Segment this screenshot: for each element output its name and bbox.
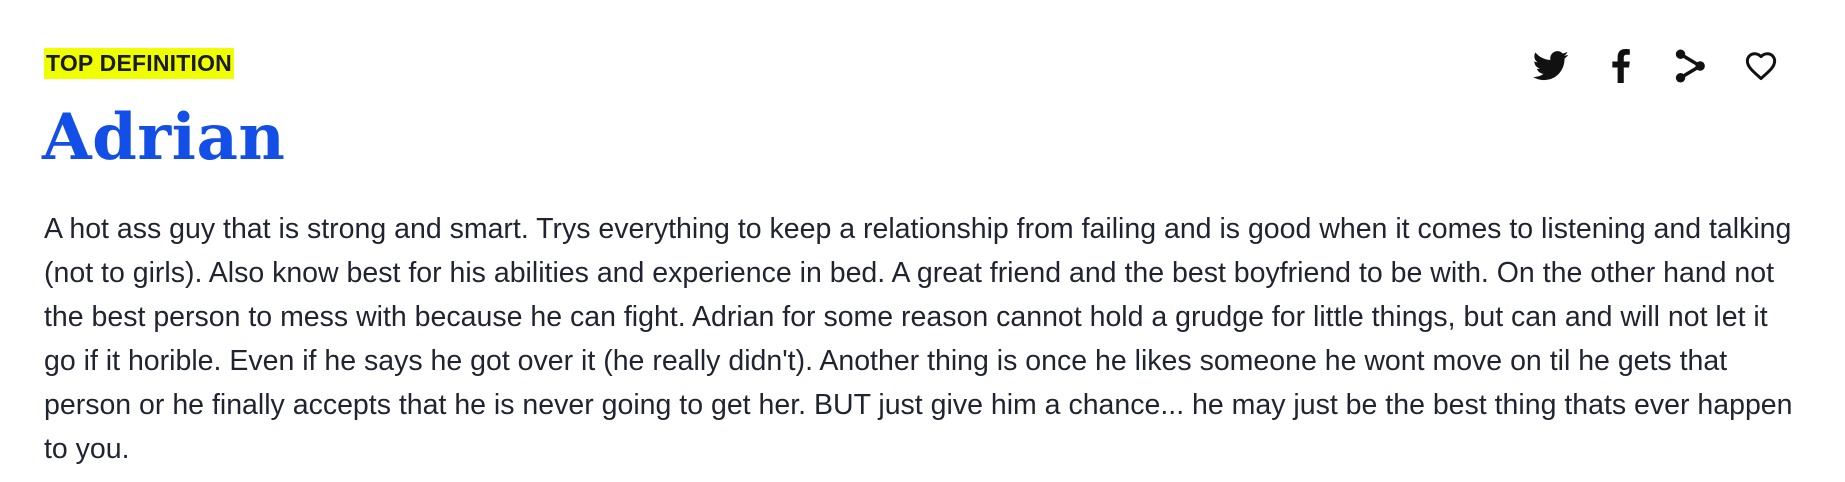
top-definition-badge: TOP DEFINITION <box>44 48 234 79</box>
defined-word-link[interactable]: Adrian <box>42 98 285 178</box>
definition-meaning: A hot ass guy that is strong and smart. … <box>44 213 1793 465</box>
share-actions <box>1529 44 1783 88</box>
definition-card: TOP DEFINITION Adrian A hot ass guy that… <box>0 0 1845 482</box>
twitter-icon[interactable] <box>1529 44 1573 88</box>
heart-icon[interactable] <box>1739 44 1783 88</box>
facebook-icon[interactable] <box>1599 44 1643 88</box>
share-icon[interactable] <box>1669 44 1713 88</box>
